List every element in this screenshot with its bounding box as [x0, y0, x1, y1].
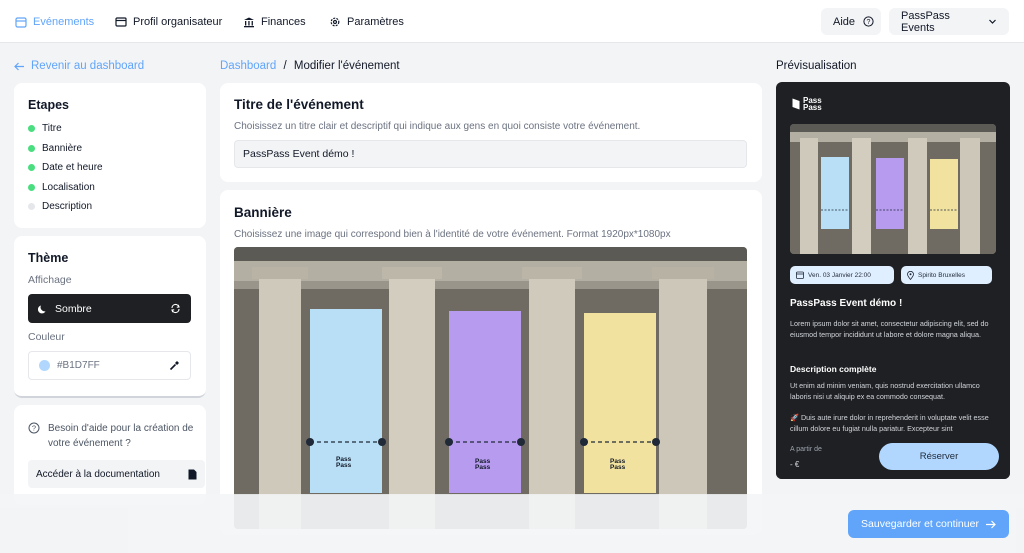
- moon-icon: [38, 304, 48, 314]
- chevron-down-icon: [988, 17, 997, 26]
- breadcrumb: Dashboard / Modifier l'événement: [220, 60, 400, 72]
- help-button[interactable]: Aide ?: [821, 8, 881, 35]
- help-text: Besoin d'aide pour la création de votre …: [48, 423, 194, 449]
- theme-card: Thème Affichage Sombre Couleur #B1D7FF: [14, 236, 206, 398]
- step-done-dot: [28, 164, 35, 172]
- preview-logo: Pass Pass: [792, 97, 822, 112]
- preview-intro-text: Lorem ipsum dolor sit amet, consectetur …: [790, 319, 989, 339]
- save-button-label: Sauvegarder et continuer: [861, 518, 979, 530]
- display-mode-toggle[interactable]: Sombre: [28, 294, 191, 323]
- step-done-dot: [28, 183, 35, 191]
- help-card: ? Besoin d'aide pour la création de votr…: [14, 405, 206, 505]
- breadcrumb-link-dashboard[interactable]: Dashboard: [220, 60, 276, 72]
- banner-logo: Pass Pass: [610, 458, 626, 471]
- preview-date-chip: Ven. 03 Janvier 22:00: [790, 266, 894, 284]
- preview-banner-illustration: [790, 124, 996, 254]
- step-label: Description: [42, 201, 93, 213]
- nav-item-evenements[interactable]: Evénements: [15, 0, 94, 43]
- nav-item-label: Paramètres: [347, 15, 404, 28]
- question-icon: ?: [863, 16, 874, 27]
- display-label: Affichage: [28, 274, 72, 286]
- account-dropdown[interactable]: PassPass Events: [889, 8, 1009, 35]
- step-item-localisation[interactable]: Localisation: [28, 178, 192, 198]
- title-section-card: Titre de l'événement Choisissez un titre…: [220, 83, 762, 182]
- top-navigation: Evénements Profil organisateur Finances …: [0, 0, 1024, 43]
- steps-card: Etapes Titre Bannière Date et heure Loca…: [14, 83, 206, 228]
- nav-item-finances[interactable]: Finances: [243, 0, 306, 43]
- calendar-icon: [796, 271, 804, 279]
- title-section-description: Choisissez un titre clair et descriptif …: [234, 121, 641, 132]
- gear-icon: [329, 16, 341, 28]
- preview-event-title: PassPass Event démo !: [790, 298, 903, 309]
- nav-item-label: Finances: [261, 15, 306, 28]
- preview-heading: Prévisualisation: [776, 60, 857, 72]
- help-button-label: Aide: [833, 15, 856, 28]
- banner-section-description: Choisissez une image qui correspond bien…: [234, 229, 671, 240]
- svg-text:?: ?: [867, 19, 871, 26]
- breadcrumb-current: Modifier l'événement: [293, 60, 400, 72]
- step-label: Titre: [42, 123, 62, 135]
- color-swatch: [39, 360, 50, 371]
- step-item-date[interactable]: Date et heure: [28, 158, 192, 178]
- banner-section-card: Bannière Choisissez une image qui corres…: [220, 190, 762, 535]
- nav-item-profil[interactable]: Profil organisateur: [115, 0, 222, 43]
- event-preview-card: Pass Pass Ven. 03 Janvier 22:00 Spirito B…: [776, 82, 1010, 479]
- theme-color-picker[interactable]: #B1D7FF: [28, 351, 191, 380]
- nav-item-parametres[interactable]: Paramètres: [329, 0, 404, 43]
- calendar-icon: [15, 16, 27, 28]
- banner-image-illustration: [234, 247, 747, 529]
- back-to-dashboard-link[interactable]: Revenir au dashboard: [14, 60, 144, 72]
- preview-date-text: Ven. 03 Janvier 22:00: [808, 271, 871, 279]
- step-done-dot: [28, 125, 35, 133]
- nav-item-label: Profil organisateur: [133, 15, 223, 28]
- banner-image[interactable]: Pass Pass Pass Pass Pass Pass: [234, 247, 747, 529]
- profile-card-icon: [115, 16, 127, 28]
- step-item-description[interactable]: Description: [28, 197, 192, 217]
- banner-logo: Pass Pass: [475, 458, 491, 471]
- location-pin-icon: [907, 270, 914, 280]
- banner-logo: Pass Pass: [336, 456, 352, 469]
- refresh-icon: [170, 303, 181, 314]
- steps-title: Etapes: [28, 98, 69, 112]
- preview-description-text-2: 🚀 Duis aute irure dolor in reprehenderit…: [790, 413, 989, 433]
- documentation-button-label: Accéder à la documentation: [36, 468, 160, 480]
- banner-section-heading: Bannière: [234, 205, 292, 220]
- theme-title: Thème: [28, 251, 69, 265]
- document-icon: [188, 469, 197, 480]
- step-pending-dot: [28, 203, 35, 211]
- back-label: Revenir au dashboard: [31, 60, 145, 72]
- preview-description-title: Description complète: [790, 364, 877, 374]
- nav-item-label: Evénements: [33, 15, 95, 28]
- preview-description-text: Ut enim ad minim veniam, quis nostrud ex…: [790, 381, 980, 401]
- preview-location-chip: Spirito Bruxelles: [901, 266, 992, 284]
- color-value: #B1D7FF: [57, 360, 100, 371]
- preview-footer: A partir de - € Réserver: [776, 438, 1010, 479]
- event-title-input[interactable]: [234, 140, 747, 168]
- step-label: Date et heure: [42, 162, 103, 174]
- save-and-continue-button[interactable]: Sauvegarder et continuer: [848, 510, 1009, 538]
- preview-price-value: - €: [790, 460, 800, 469]
- title-section-heading: Titre de l'événement: [234, 97, 364, 112]
- eyedropper-icon: [169, 360, 180, 371]
- breadcrumb-separator: /: [283, 60, 287, 72]
- display-mode-value: Sombre: [55, 302, 92, 315]
- arrow-left-icon: [14, 62, 25, 71]
- color-label: Couleur: [28, 331, 65, 343]
- preview-price-label: A partir de: [790, 446, 822, 453]
- bank-icon: [243, 16, 255, 28]
- preview-banner-image: [790, 124, 996, 254]
- step-item-banniere[interactable]: Bannière: [28, 139, 192, 159]
- documentation-button[interactable]: Accéder à la documentation: [28, 460, 205, 488]
- account-label: PassPass Events: [901, 9, 950, 34]
- passpass-logo-icon: [792, 98, 800, 110]
- preview-location-text: Spirito Bruxelles: [918, 271, 965, 279]
- step-label: Bannière: [42, 142, 83, 154]
- question-circle-icon: ?: [28, 422, 40, 434]
- step-done-dot: [28, 144, 35, 152]
- svg-text:?: ?: [32, 424, 36, 433]
- arrow-right-icon: [985, 520, 996, 529]
- step-label: Localisation: [42, 181, 95, 193]
- preview-reserve-button[interactable]: Réserver: [879, 443, 999, 470]
- step-item-titre[interactable]: Titre: [28, 119, 192, 139]
